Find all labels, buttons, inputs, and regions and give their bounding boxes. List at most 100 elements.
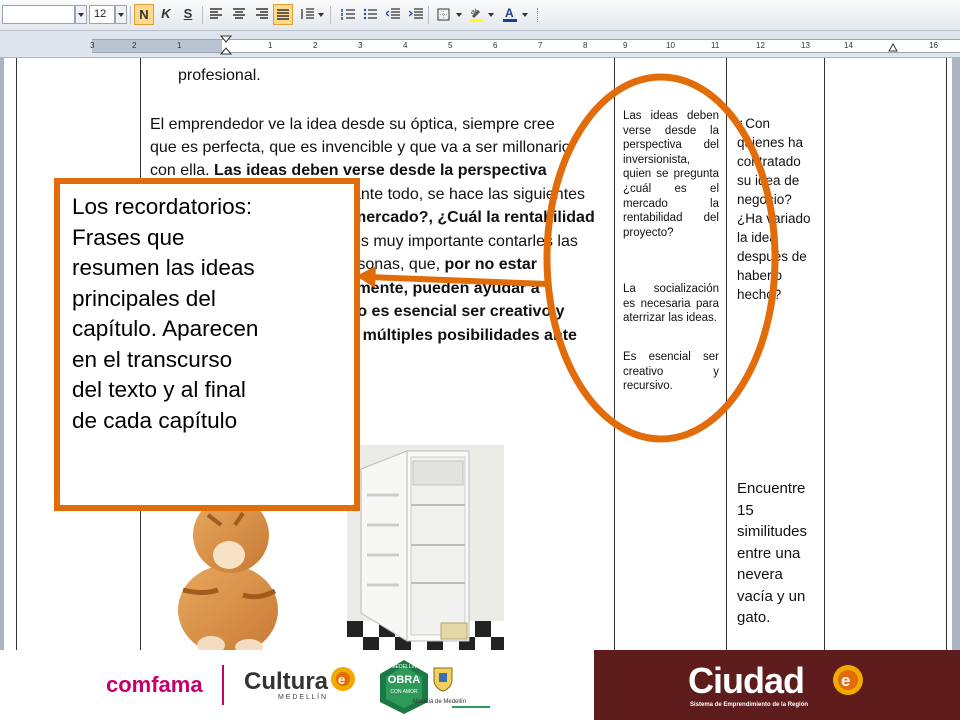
highlight-arrow-icon[interactable] <box>488 13 494 17</box>
font-name-dropdown[interactable] <box>75 5 87 24</box>
ruler-number: 8 <box>583 41 588 50</box>
decrease-indent-icon[interactable] <box>383 4 403 25</box>
table-border <box>614 58 615 650</box>
cat-photo <box>178 497 278 650</box>
font-color-icon[interactable]: A <box>500 4 520 25</box>
font-color-arrow-icon[interactable] <box>522 13 528 17</box>
page-right-edge <box>952 58 960 650</box>
medellin-shield-icon <box>433 667 453 692</box>
ruler-number: 16 <box>929 41 938 50</box>
callout-line: capítulo. Aparecen <box>72 316 259 341</box>
italic-button[interactable]: K <box>156 4 176 25</box>
footer-divider <box>222 665 224 705</box>
comfama-logo: comfama <box>106 672 203 697</box>
callout-line: resumen las ideas <box>72 255 255 280</box>
ruler-number: 2 <box>313 41 318 50</box>
ruler-number: 7 <box>538 41 543 50</box>
ciudad-e-banner: Ciudad e Sistema de Emprendimiento de la… <box>594 650 960 720</box>
increase-indent-icon[interactable] <box>406 4 426 25</box>
callout-text: Los recordatorios: Frases que resumen la… <box>72 192 352 436</box>
ruler-number: 10 <box>666 41 675 50</box>
font-size-input[interactable]: 12 <box>89 5 115 24</box>
font-name-input[interactable] <box>2 5 75 24</box>
activity-line: similitudes <box>737 523 808 540</box>
line-spacing-arrow-icon[interactable] <box>318 13 324 17</box>
question-line: contratado <box>737 154 801 169</box>
ruler-number: 3 <box>358 41 363 50</box>
ruler-number: 6 <box>493 41 498 50</box>
paragraph-line: lmente, pueden ayudar a <box>352 280 540 297</box>
borders-arrow-icon[interactable] <box>456 13 462 17</box>
ruler-number: 13 <box>801 41 810 50</box>
ruler-number: 3 <box>90 41 95 50</box>
obra-badge-top: MEDELLÍN <box>391 664 417 670</box>
justify-icon[interactable] <box>273 4 293 25</box>
ruler-left-margin <box>92 40 222 52</box>
font-size-dropdown[interactable] <box>115 5 127 24</box>
question-line: su idea de <box>737 173 800 188</box>
side-activity: Encuentre 15 similitudes entre una never… <box>737 478 819 629</box>
bullet-list-icon[interactable] <box>360 4 380 25</box>
callout-line: en el transcurso <box>72 346 233 372</box>
horizontal-ruler[interactable]: 3 2 1 1 2 3 4 5 6 7 8 9 10 11 12 13 14 1… <box>0 31 960 58</box>
paragraph-line: mercado?, ¿Cuál la rentabilidad <box>352 209 595 226</box>
activity-line: vacía y un <box>737 587 806 605</box>
paragraph-line: ante todo, se hace las siguientes <box>352 186 586 203</box>
paragraph-line: que es perfecta, que es invencible y que… <box>150 139 571 156</box>
align-left-icon[interactable] <box>206 4 226 25</box>
toolbar-separator <box>202 6 203 24</box>
ruler-number: 1 <box>177 41 182 50</box>
ruler-number: 4 <box>403 41 408 50</box>
callout-line: principales del <box>72 285 216 311</box>
line-spacing-icon[interactable] <box>297 4 317 25</box>
ruler-number: 11 <box>711 41 720 50</box>
question-line: ¿Ha variado <box>737 211 811 226</box>
cultura-logo-sub: M E D E L L Í N <box>278 694 327 701</box>
cultura-logo: Cultura <box>244 668 328 695</box>
toolbar-separator <box>130 6 131 24</box>
question-line: después de <box>737 249 807 264</box>
toolbar-options-icon[interactable] <box>537 8 541 22</box>
callout-line: Los recordatorios: <box>72 194 253 219</box>
callout-box: Los recordatorios: Frases que resumen la… <box>54 178 360 511</box>
paragraph-line: rsonas, que, por no estar <box>352 256 537 273</box>
ruler-number: 1 <box>268 41 273 50</box>
side-question: ¿Con quienes ha contratado su idea de ne… <box>737 114 817 304</box>
borders-icon[interactable] <box>433 4 453 25</box>
toolbar-separator <box>428 6 429 24</box>
bold-button[interactable]: N <box>134 4 154 25</box>
obra-badge-sub: CON AMOR <box>390 689 418 695</box>
callout-line: del texto y al final <box>72 377 246 402</box>
activity-line: 15 <box>737 501 754 519</box>
callout-line: Frases que <box>72 224 185 250</box>
callout-line: de cada capítulo <box>72 407 238 433</box>
fridge-photo <box>347 445 504 650</box>
indent-marker-icon[interactable] <box>220 35 232 57</box>
numbered-list-icon[interactable] <box>338 4 358 25</box>
ruler-number: 14 <box>844 41 853 50</box>
align-center-icon[interactable] <box>229 4 249 25</box>
paragraph-line: El emprendedor ve la idea desde su óptic… <box>150 116 555 133</box>
activity-line: Encuentre <box>737 480 806 497</box>
cultura-e-icon: e <box>331 667 355 691</box>
question-line: quienes ha <box>737 135 804 150</box>
underline-button[interactable]: S <box>178 4 198 25</box>
table-border <box>824 58 825 650</box>
formatting-toolbar: 12 N K S ab A <box>0 0 960 31</box>
paragraph-line: profesional. <box>178 67 261 84</box>
paragraph-line: r múltiples posibilidades ante <box>352 327 577 344</box>
highlight-icon[interactable]: ab <box>466 4 486 25</box>
right-indent-marker-icon[interactable] <box>888 42 898 52</box>
footer-logos: comfama Cultura M E D E L L Í N e MEDELL… <box>0 650 960 720</box>
activity-line: nevera <box>737 566 783 583</box>
paragraph-line: es muy importante contarles las <box>352 233 578 250</box>
side-note: La socialización es necesaria para aterr… <box>623 283 719 325</box>
question-line: negocio? <box>737 192 792 207</box>
ciudad-logo-sub: Sistema de Emprendimiento de la Región <box>690 702 809 708</box>
obra-badge-text: OBRA <box>387 674 421 686</box>
alcaldia-underline <box>452 706 490 708</box>
ruler-number: 5 <box>448 41 453 50</box>
ruler-number: 12 <box>756 41 765 50</box>
align-right-icon[interactable] <box>252 4 272 25</box>
svg-text:e: e <box>841 671 850 690</box>
